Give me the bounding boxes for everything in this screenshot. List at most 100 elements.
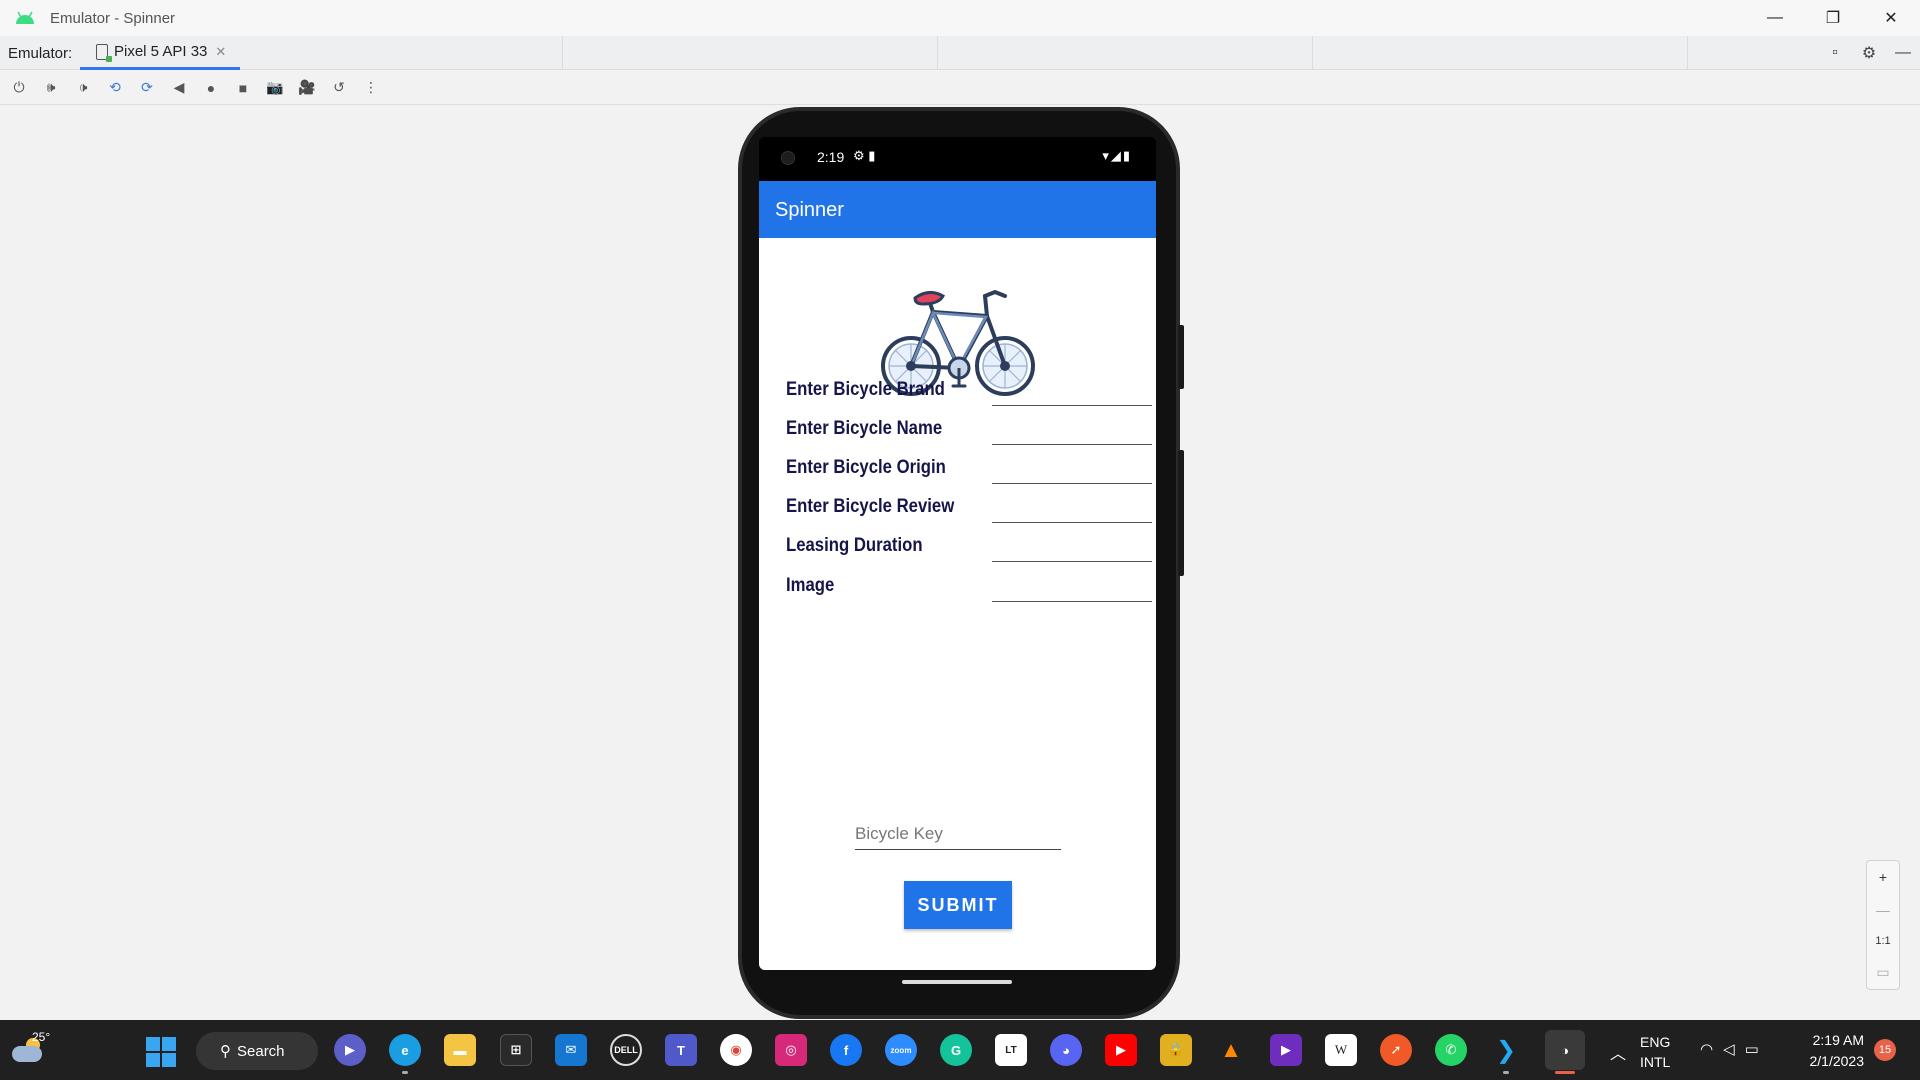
emulator-toolbar: ⏻ 🕪 🕩 ⟲ ⟳ ◀ ● ■ 📷 🎥 ↺ ⋮ <box>0 71 1920 105</box>
volume-up-icon[interactable]: 🕪 <box>38 75 64 101</box>
video-icon[interactable]: 🎥 <box>294 75 320 101</box>
notification-badge[interactable]: 15 <box>1874 1039 1896 1061</box>
clock-time: 2:19 AM <box>1812 1032 1864 1048</box>
android-statusbar: 2:19 ⚙ ▮ ▾◢▮ <box>759 137 1156 181</box>
postman-icon[interactable]: ➚ <box>1380 1034 1412 1066</box>
minus-icon[interactable]: — <box>1894 44 1912 62</box>
windows-taskbar: 25° ⚲ Search ▶ e ▬ ⊞ ✉ DELL T ◉ ◎ f zoom… <box>0 1020 1920 1080</box>
origin-input[interactable] <box>992 483 1152 484</box>
status-time: 2:19 <box>817 149 845 165</box>
zoom-fit-icon[interactable]: ▭ <box>1876 964 1889 981</box>
vlc-icon[interactable]: ▲ <box>1215 1034 1247 1066</box>
tab-divider <box>562 36 563 70</box>
back-icon[interactable]: ◀ <box>166 75 192 101</box>
close-icon[interactable]: ✕ <box>1862 0 1920 36</box>
brand-input[interactable] <box>992 405 1152 406</box>
vpn-lock-icon[interactable]: 🔒 <box>1160 1034 1192 1066</box>
wifi-icon: ◠ <box>1700 1041 1724 1058</box>
battery-icon: ▭ <box>1744 1041 1769 1058</box>
chrome-icon[interactable]: ◉ <box>720 1034 752 1066</box>
microsoft-store-icon[interactable]: ⊞ <box>500 1034 532 1066</box>
mail-icon[interactable]: ✉ <box>555 1034 587 1066</box>
duration-input[interactable] <box>992 561 1152 562</box>
zoom-actual-size-button[interactable]: 1:1 <box>1875 935 1890 947</box>
ime-layout: INTL <box>1640 1054 1671 1070</box>
field-label: Enter Bicycle Brand <box>786 379 945 400</box>
grammarly-icon[interactable]: G <box>940 1034 972 1066</box>
taskbar-search[interactable]: ⚲ Search <box>196 1032 318 1070</box>
tab-divider <box>937 36 938 70</box>
rotate-right-icon[interactable]: ⟳ <box>134 75 160 101</box>
app-content: Enter Bicycle Brand Enter Bicycle Name E… <box>759 238 1156 970</box>
android-studio-taskbar-icon[interactable]: ◑ <box>1545 1030 1585 1070</box>
weather-temp: 25° <box>32 1030 51 1044</box>
volume-down-icon[interactable]: 🕩 <box>70 75 96 101</box>
snapshot-icon[interactable]: ↺ <box>326 75 352 101</box>
clock-date: 2/1/2023 <box>1809 1053 1865 1069</box>
search-label: Search <box>237 1042 285 1060</box>
youtube-icon[interactable]: ▶ <box>1105 1034 1137 1066</box>
meet-icon[interactable]: ▶ <box>334 1034 366 1066</box>
zoom-out-button[interactable]: — <box>1876 902 1890 918</box>
name-input[interactable] <box>992 444 1152 445</box>
running-indicator <box>1555 1071 1575 1074</box>
restore-icon[interactable]: ❐ <box>1804 0 1862 36</box>
camera-icon[interactable]: 📷 <box>262 75 288 101</box>
home-icon[interactable]: ● <box>198 75 224 101</box>
gear-icon[interactable]: ⚙ <box>1860 44 1878 62</box>
visual-studio-icon[interactable]: ▶ <box>1270 1034 1302 1066</box>
bicycle-key-input[interactable]: Bicycle Key <box>855 820 1061 850</box>
power-side-button <box>1178 325 1184 389</box>
tab-close-icon[interactable]: ✕ <box>215 44 226 60</box>
instagram-icon[interactable]: ◎ <box>775 1034 807 1066</box>
minimize-icon[interactable]: — <box>1746 0 1804 36</box>
app-bar: Spinner <box>759 181 1156 238</box>
system-tray-icons[interactable]: ◠◁▭ <box>1700 1040 1769 1080</box>
dock-icon[interactable]: ▫ <box>1826 44 1844 62</box>
taskbar-clock[interactable]: 2:19 AM 2/1/2023 <box>1800 1030 1865 1080</box>
vscode-icon[interactable]: ❯ <box>1490 1034 1522 1066</box>
file-explorer-icon[interactable]: ▬ <box>444 1034 476 1066</box>
field-label: Leasing Duration <box>786 535 923 556</box>
dell-icon[interactable]: DELL <box>610 1034 642 1066</box>
emulator-label: Emulator: <box>8 45 73 62</box>
tab-pixel5[interactable]: Pixel 5 API 33 ✕ <box>80 36 240 70</box>
device-screen: 2:19 ⚙ ▮ ▾◢▮ Spinner Enter Bicycle Brand… <box>759 137 1156 970</box>
teams-icon[interactable]: T <box>665 1034 697 1066</box>
edge-icon[interactable]: e <box>389 1034 421 1066</box>
more-icon[interactable]: ⋮ <box>358 75 384 101</box>
zoom-icon[interactable]: zoom <box>885 1034 917 1066</box>
power-icon[interactable]: ⏻ <box>6 75 32 101</box>
gesture-nav-pill[interactable] <box>902 980 1012 984</box>
front-camera <box>781 151 795 165</box>
review-input[interactable] <box>992 522 1152 523</box>
speaker-icon: ◁ <box>1723 1041 1745 1058</box>
cloud-icon <box>12 1046 42 1062</box>
image-input[interactable] <box>992 601 1152 602</box>
android-studio-icon <box>16 11 34 24</box>
windows-start-icon[interactable] <box>146 1037 176 1067</box>
tab-divider <box>1687 36 1688 70</box>
field-label: Enter Bicycle Origin <box>786 457 946 478</box>
wikipedia-icon[interactable]: W <box>1325 1034 1357 1066</box>
chevron-up-icon[interactable]: ︿ <box>1610 1040 1626 1080</box>
window-titlebar: Emulator - Spinner — ❐ ✕ <box>0 0 1920 36</box>
volume-side-button <box>1178 450 1184 576</box>
whatsapp-icon[interactable]: ✆ <box>1435 1034 1467 1066</box>
overview-icon[interactable]: ■ <box>230 75 256 101</box>
weather-widget[interactable]: 25° <box>12 1030 52 1068</box>
tab-label: Pixel 5 API 33 <box>114 43 208 60</box>
zoom-in-button[interactable]: + <box>1879 869 1887 885</box>
input-method[interactable]: ENG INTL <box>1640 1032 1670 1080</box>
app-title: Spinner <box>775 199 844 221</box>
language-tool-icon[interactable]: LT <box>995 1034 1027 1066</box>
zoom-controls: + — 1:1 ▭ <box>1866 860 1900 990</box>
discord-icon[interactable]: ◕ <box>1050 1034 1082 1066</box>
facebook-icon[interactable]: f <box>830 1034 862 1066</box>
running-indicator <box>1503 1071 1509 1074</box>
emulator-tabbar: Emulator: Pixel 5 API 33 ✕ ▫ ⚙ — <box>0 36 1920 70</box>
submit-button[interactable]: SUBMIT <box>904 881 1012 929</box>
field-label: Enter Bicycle Review <box>786 496 955 517</box>
rotate-left-icon[interactable]: ⟲ <box>102 75 128 101</box>
tab-divider <box>1312 36 1313 70</box>
